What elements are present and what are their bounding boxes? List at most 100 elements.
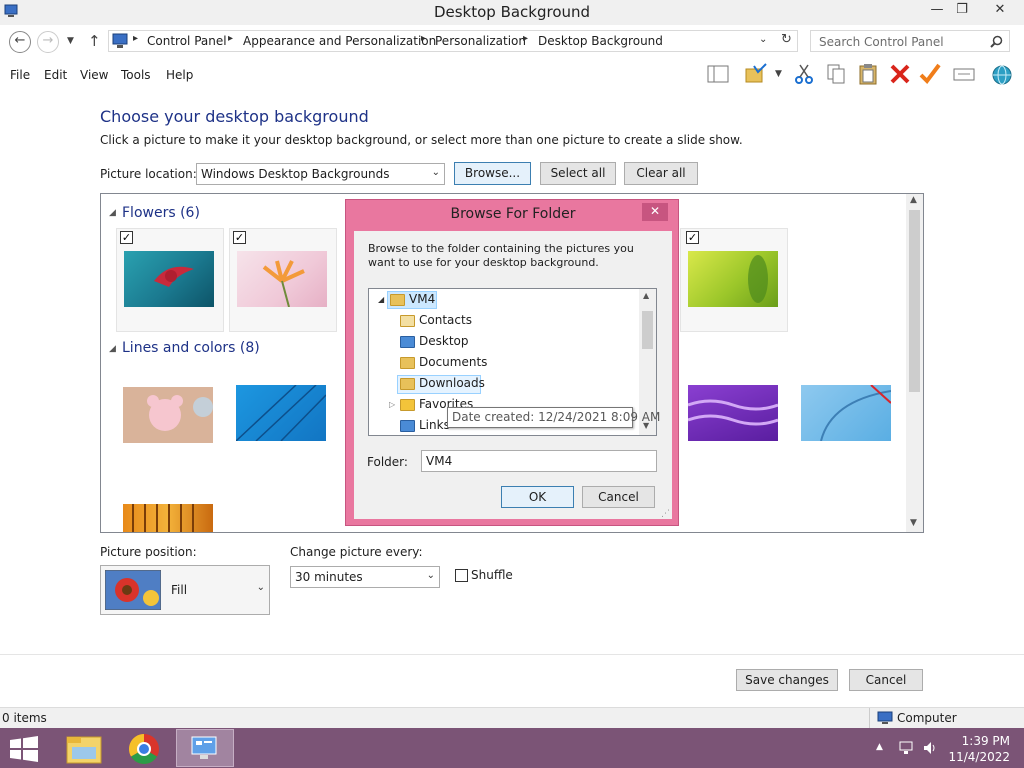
shuffle-checkbox[interactable] (455, 569, 468, 582)
links-folder-icon (400, 420, 415, 432)
file-explorer-icon[interactable] (58, 731, 114, 767)
clear-all-button[interactable]: Clear all (624, 162, 698, 185)
chrome-icon[interactable] (116, 731, 172, 767)
scroll-up-icon[interactable]: ▲ (910, 195, 917, 205)
date-created-tooltip: Date created: 12/24/2021 8:09 AM (447, 407, 660, 428)
menu-file[interactable]: File (10, 68, 30, 82)
thumbnail-image[interactable] (687, 385, 779, 441)
purple-waves-image (687, 399, 779, 426)
change-interval-select[interactable]: 30 minutes ⌄ (290, 566, 440, 588)
folder-label: Folder: (367, 455, 408, 469)
gallery-scrollbar[interactable]: ▲ ▼ (906, 194, 923, 532)
search-box[interactable]: Search Control Panel (810, 30, 1010, 52)
tree-expand-icon[interactable]: ◢ (378, 295, 384, 304)
close-button[interactable]: ✕ (986, 0, 1014, 22)
layout-pane-icon[interactable] (706, 62, 730, 86)
volume-icon[interactable] (922, 740, 938, 756)
breadcrumb-personalization[interactable]: Personalization (435, 34, 526, 48)
thumbnail-image[interactable] (123, 387, 213, 443)
resize-grip-icon[interactable]: ⋰ (661, 509, 670, 519)
scroll-down-icon[interactable]: ▼ (910, 518, 917, 528)
scroll-up-icon[interactable]: ▲ (643, 291, 649, 300)
folder-options-icon[interactable] (744, 62, 768, 86)
menu-view[interactable]: View (80, 68, 108, 82)
collapse-triangle-icon[interactable]: ◢ (109, 208, 116, 218)
thumbnail-image[interactable] (801, 384, 892, 442)
web-globe-icon[interactable] (990, 62, 1014, 86)
breadcrumb-appearance[interactable]: Appearance and Personalization (243, 34, 436, 48)
forward-button[interactable]: → (37, 31, 59, 53)
rename-icon[interactable] (952, 62, 976, 86)
select-all-button[interactable]: Select all (540, 162, 616, 185)
restore-button[interactable]: ❐ (948, 0, 976, 22)
address-bar[interactable]: ▸ Control Panel ▸ Appearance and Persona… (108, 30, 798, 52)
collapse-triangle-icon[interactable]: ◢ (109, 344, 116, 354)
item-count: 0 items (2, 711, 47, 725)
folder-input-value: VM4 (426, 454, 453, 468)
show-hidden-icons-icon[interactable]: ▲ (876, 742, 883, 752)
address-dropdown-icon[interactable]: ⌄ (759, 34, 767, 45)
cut-icon[interactable] (792, 62, 816, 86)
save-changes-button[interactable]: Save changes (736, 669, 838, 691)
dialog-close-button[interactable]: ✕ (642, 203, 668, 221)
back-button[interactable]: ← (9, 31, 31, 53)
tree-node-contacts[interactable]: Contacts (419, 313, 472, 327)
thumbnail-item[interactable]: ✓ (116, 228, 224, 332)
network-icon[interactable] (898, 740, 914, 756)
picture-position-value: Fill (171, 583, 188, 597)
folder-input[interactable]: VM4 (421, 450, 657, 472)
breadcrumb-desktop-background[interactable]: Desktop Background (538, 34, 663, 48)
breadcrumb-control-panel[interactable]: Control Panel (147, 34, 227, 48)
recent-locations-dropdown[interactable]: ▼ (67, 36, 74, 46)
delete-icon[interactable] (888, 62, 912, 86)
thumbnail-image[interactable] (235, 384, 327, 442)
shuffle-label[interactable]: Shuffle (471, 568, 513, 582)
tree-node-links[interactable]: Links (419, 418, 450, 432)
chevron-down-icon: ⌄ (426, 570, 435, 581)
light-blue-lines-image (820, 384, 892, 442)
menu-edit[interactable]: Edit (44, 68, 67, 82)
thumbnail-checkbox[interactable]: ✓ (233, 231, 246, 244)
search-input[interactable]: Search Control Panel (819, 35, 944, 49)
tree-node-downloads[interactable]: Downloads (419, 376, 485, 390)
windows-start-icon[interactable] (9, 736, 39, 762)
scrollbar-thumb[interactable] (909, 210, 920, 392)
tree-collapsed-icon[interactable]: ▷ (389, 400, 395, 409)
up-arrow-icon: ↑ (88, 32, 101, 50)
organize-dropdown-icon[interactable]: ▼ (775, 69, 782, 79)
group-header-flowers[interactable]: Flowers (6) (122, 205, 200, 221)
control-panel-icon (191, 736, 217, 759)
thumbnail-checkbox[interactable]: ✓ (686, 231, 699, 244)
paste-icon[interactable] (856, 62, 880, 86)
thumbnail-item[interactable]: ✓ (680, 228, 788, 332)
back-arrow-icon: ← (14, 33, 26, 48)
properties-check-icon[interactable] (918, 62, 942, 86)
up-button[interactable]: ↑ (88, 32, 101, 50)
menu-help[interactable]: Help (166, 68, 193, 82)
group-header-lines-and-colors[interactable]: Lines and colors (8) (122, 340, 260, 356)
dialog-ok-button[interactable]: OK (501, 486, 574, 508)
thumbnail-image (237, 251, 327, 308)
thumbnail-item[interactable]: ✓ (229, 228, 337, 332)
search-icon[interactable] (990, 35, 1003, 48)
picture-position-select[interactable]: Fill ⌄ (100, 565, 270, 615)
tree-node-vm4[interactable]: VM4 (409, 292, 435, 306)
picture-location-select[interactable]: Windows Desktop Backgrounds ⌄ (196, 163, 445, 185)
dialog-cancel-button[interactable]: Cancel (582, 486, 655, 508)
thumbnail-image[interactable] (123, 504, 213, 532)
thumbnail-checkbox[interactable]: ✓ (120, 231, 133, 244)
cancel-button[interactable]: Cancel (849, 669, 923, 691)
chevron-down-icon: ⌄ (256, 582, 265, 593)
menu-tools[interactable]: Tools (121, 68, 151, 82)
copy-icon[interactable] (824, 62, 848, 86)
tree-node-documents[interactable]: Documents (419, 355, 487, 369)
refresh-icon[interactable]: ↻ (781, 32, 792, 47)
tree-node-desktop[interactable]: Desktop (419, 334, 469, 348)
fill-preview-icon (105, 570, 161, 610)
taskbar-control-panel-active[interactable] (176, 729, 234, 767)
scrollbar-thumb[interactable] (642, 311, 653, 349)
browse-button[interactable]: Browse... (454, 162, 531, 185)
breadcrumb-separator-icon: ▸ (133, 33, 139, 44)
minimize-button[interactable]: — (923, 0, 951, 22)
taskbar-clock[interactable]: 1:39 PM 11/4/2022 (948, 733, 1010, 765)
